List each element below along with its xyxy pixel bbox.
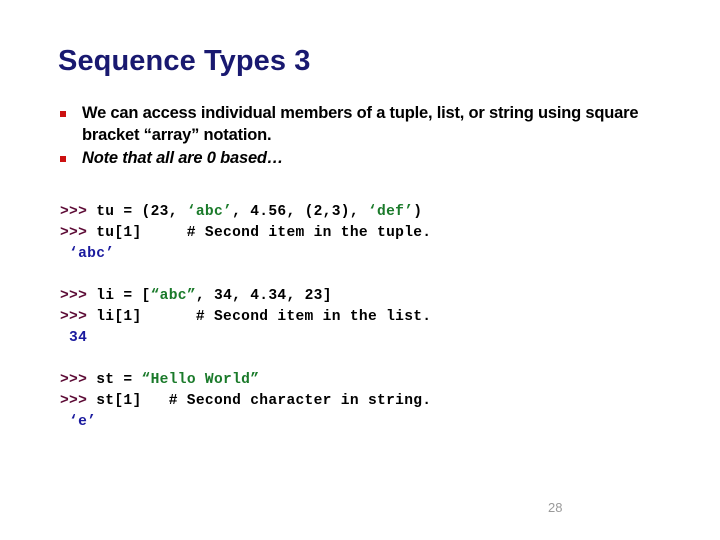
tuple-assign-line: >>> tu = (23, ‘abc’, 4.56, (2,3), ‘def’) — [60, 202, 431, 223]
code-token-out: 34 — [60, 330, 88, 346]
code-token-plain: li = [ — [96, 288, 151, 304]
code-token-plain: tu = (23, — [96, 204, 187, 220]
code-token-plain: , 34, 4.34, 23] — [195, 288, 332, 304]
code-token-prompt: >>> — [60, 372, 97, 388]
slide-canvas: Sequence Types 3 We can access individua… — [0, 0, 720, 540]
code-token-plain: , 4.56, (2,3), — [232, 204, 368, 220]
code-token-str: ‘abc’ — [186, 204, 233, 220]
code-token-plain: st[1] # Second character in string. — [96, 393, 432, 409]
tuple-output-line: ‘abc’ — [60, 244, 431, 265]
page-number: 28 — [548, 500, 563, 515]
code-token-prompt: >>> — [60, 393, 97, 409]
code-token-prompt: >>> — [60, 225, 97, 241]
code-token-plain: li[1] # Second item in the list. — [96, 309, 432, 325]
code-token-out: ‘e’ — [60, 414, 97, 430]
string-assign-line: >>> st = “Hello World” — [60, 370, 431, 391]
string-index-line: >>> st[1] # Second character in string. — [60, 391, 431, 412]
code-token-plain: st = — [96, 372, 142, 388]
list-item: Note that all are 0 based… — [60, 148, 660, 170]
code-token-str: ‘def’ — [367, 204, 414, 220]
bullet-list: We can access individual members of a tu… — [60, 103, 660, 171]
bullet-square-icon — [60, 111, 66, 117]
list-item: We can access individual members of a tu… — [60, 103, 660, 147]
code-token-prompt: >>> — [60, 288, 97, 304]
bullet-square-icon — [60, 155, 66, 162]
code-token-plain: ) — [413, 204, 423, 220]
code-token-out: ‘abc’ — [60, 246, 115, 262]
bullet-item-label: We can access individual members of a tu… — [82, 104, 639, 144]
list-index-line: >>> li[1] # Second item in the list. — [60, 307, 431, 328]
page-title: Sequence Types 3 — [58, 45, 311, 77]
code-token-str: “Hello World” — [141, 372, 260, 388]
tuple-index-line: >>> tu[1] # Second item in the tuple. — [60, 223, 431, 244]
bullet-item-label: Note that all are 0 based… — [82, 148, 284, 167]
code-listing: >>> tu = (23, ‘abc’, 4.56, (2,3), ‘def’)… — [60, 202, 431, 433]
string-output-line: ‘e’ — [60, 412, 431, 433]
string-example: >>> st = “Hello World” >>> st[1] # Second… — [60, 370, 431, 433]
code-token-prompt: >>> — [60, 309, 97, 325]
list-output-line: 34 — [60, 328, 431, 349]
list-assign-line: >>> li = [“abc”, 34, 4.34, 23] — [60, 286, 431, 307]
code-token-plain: tu[1] # Second item in the tuple. — [96, 225, 432, 241]
list-example: >>> li = [“abc”, 34, 4.34, 23] >>> li[1] … — [60, 286, 431, 349]
tuple-example: >>> tu = (23, ‘abc’, 4.56, (2,3), ‘def’)… — [60, 202, 431, 265]
code-token-prompt: >>> — [60, 204, 97, 220]
code-token-str: “abc” — [150, 288, 196, 304]
